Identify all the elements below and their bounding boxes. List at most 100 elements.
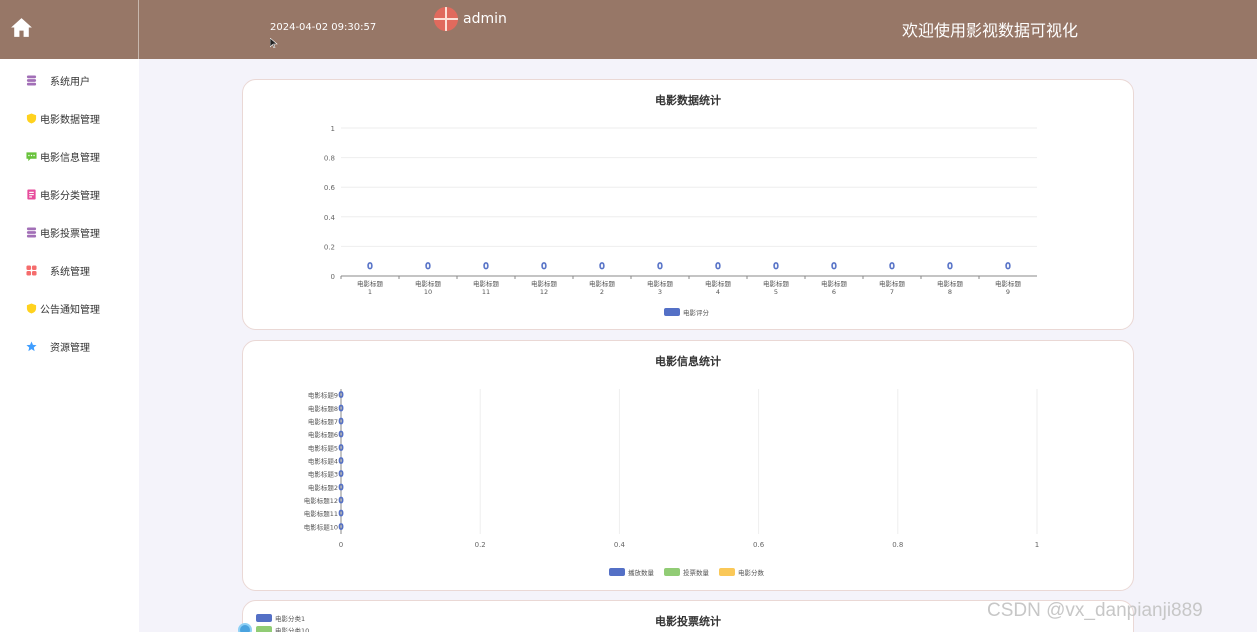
username-label[interactable]: admin [463,11,507,27]
data-label: 0 [338,496,343,505]
y-tick-label: 1 [331,125,335,133]
shield-icon [26,302,37,314]
data-label: 0 [889,262,895,272]
sidebar-item-movie-data[interactable]: 电影数据管理 [0,99,139,137]
movie-info-chart-card: 电影信息统计 0 0.2 0.4 0.6 0.8 1 电影标题10 0 电影标题11 0 电影标题1… [242,340,1134,591]
legend-swatch [664,568,680,576]
x-tick-label: 电影标题 [879,279,906,288]
legend-label: 投票数量 [683,568,710,577]
data-label: 0 [947,262,953,272]
movie-vote-pie-legend: 电影分类1 电影分类10 [238,614,309,632]
sidebar-item-system-admin[interactable]: 系统管理 [0,251,139,289]
sidebar-item-label: 电影数据管理 [40,114,100,126]
x-tick-label: 11 [482,288,490,296]
message-icon [26,151,37,161]
mouse-cursor-icon [270,38,278,48]
x-tick-label: 0.2 [475,541,486,549]
data-label: 0 [425,262,431,272]
y-tick-label: 电影标题9 [308,391,338,400]
logo-area [0,0,139,59]
data-label: 0 [1005,262,1011,272]
sidebar-item-movie-category[interactable]: 电影分类管理 [0,175,139,213]
sidebar-item-label: 电影投票管理 [40,228,100,240]
x-tick-label: 6 [832,288,836,296]
y-tick-label: 电影标题6 [308,430,338,439]
legend-swatch [256,626,272,632]
y-tick-label: 0.4 [324,214,336,222]
legend-swatch [609,568,625,576]
y-tick-label: 电影标题5 [308,443,338,452]
sidebar-item-announcements[interactable]: 公告通知管理 [0,289,139,327]
data-label: 0 [483,262,489,272]
y-tick-label: 电影标题10 [304,522,338,531]
x-tick-label: 电影标题 [705,279,732,288]
data-label: 0 [657,262,663,272]
home-icon[interactable] [9,15,34,40]
sidebar-item-label: 资源管理 [50,342,90,354]
data-label: 0 [599,262,605,272]
legend-swatch [719,568,735,576]
y-tick-label: 电影标题2 [308,483,338,492]
data-label: 0 [541,262,547,272]
x-tick-label: 电影标题 [995,279,1022,288]
legend-label: 电影分数 [738,568,765,577]
x-tick-label: 7 [890,288,894,296]
y-tick-label: 电影标题3 [308,470,338,479]
sidebar: 系统用户 电影数据管理 电影信息管理 电影分类管理 电影投票管理 系统管理 公告… [0,59,139,632]
sidebar-item-label: 电影分类管理 [40,190,100,202]
data-label: 0 [831,262,837,272]
x-tick-label: 0.4 [614,541,626,549]
user-avatar[interactable] [434,7,458,31]
data-label: 0 [338,509,343,518]
x-tick-label: 电影标题 [589,279,616,288]
data-label: 0 [338,430,343,439]
sidebar-item-label: 系统管理 [50,266,90,278]
x-tick-label: 4 [716,288,720,296]
x-tick-label: 0 [339,541,343,549]
data-label: 0 [338,470,343,479]
sidebar-item-movie-vote[interactable]: 电影投票管理 [0,213,139,251]
sidebar-item-system-users[interactable]: 系统用户 [0,61,139,99]
legend-label: 电影分类1 [275,614,305,623]
star-icon [26,340,37,351]
avatar-icon [434,7,458,31]
database-icon [26,74,37,86]
y-tick-label: 电影标题11 [304,509,338,518]
x-tick-label: 5 [774,288,778,296]
movie-info-bar-chart: 0 0.2 0.4 0.6 0.8 1电影标题10 0电影标题11 0电影标题12 0电影标题2… [304,389,1039,577]
sidebar-item-label: 电影信息管理 [40,152,100,164]
pie-edge [238,623,252,632]
welcome-title: 欢迎使用影视数据可视化 [902,21,1079,40]
sidebar-item-movie-info[interactable]: 电影信息管理 [0,137,139,175]
data-label: 0 [338,404,343,413]
x-tick-label: 电影标题 [473,279,500,288]
y-tick-label: 电影标题8 [308,404,338,413]
data-label: 0 [338,522,343,531]
movie-data-chart-card: 电影数据统计 0 0.2 0.4 0.6 0.8 1 0 电影标题 1 0 电影标题 10 0 电影标题 1… [242,79,1134,330]
current-datetime: 2024-04-02 09:30:57 [270,22,377,33]
x-tick-label: 0.8 [892,541,903,549]
legend-label: 电影分类10 [275,626,309,632]
x-tick-label: 9 [1006,288,1010,296]
sidebar-item-label: 系统用户 [50,76,90,88]
x-tick-label: 电影标题 [415,279,442,288]
y-tick-label: 电影标题4 [308,457,338,466]
data-label: 0 [715,262,721,272]
legend-swatch [256,614,272,622]
x-tick-label: 电影标题 [357,279,384,288]
x-tick-label: 2 [600,288,604,296]
y-tick-label: 电影标题12 [304,496,338,505]
data-label: 0 [338,417,343,426]
sidebar-item-resources[interactable]: 资源管理 [0,327,139,365]
data-label: 0 [338,443,343,452]
data-label: 0 [338,457,343,466]
watermark: CSDN @vx_danpianji889 [987,600,1203,621]
data-label: 0 [773,262,779,272]
top-header: 2024-04-02 09:30:57 admin 欢迎使用影视数据可视化 [0,0,1257,59]
legend-label: 播放数量 [628,568,655,577]
x-tick-label: 电影标题 [937,279,964,288]
x-tick-label: 电影标题 [531,279,558,288]
y-tick-label: 0 [331,273,335,281]
sidebar-item-label: 公告通知管理 [40,304,100,316]
grid-icon [26,264,37,276]
